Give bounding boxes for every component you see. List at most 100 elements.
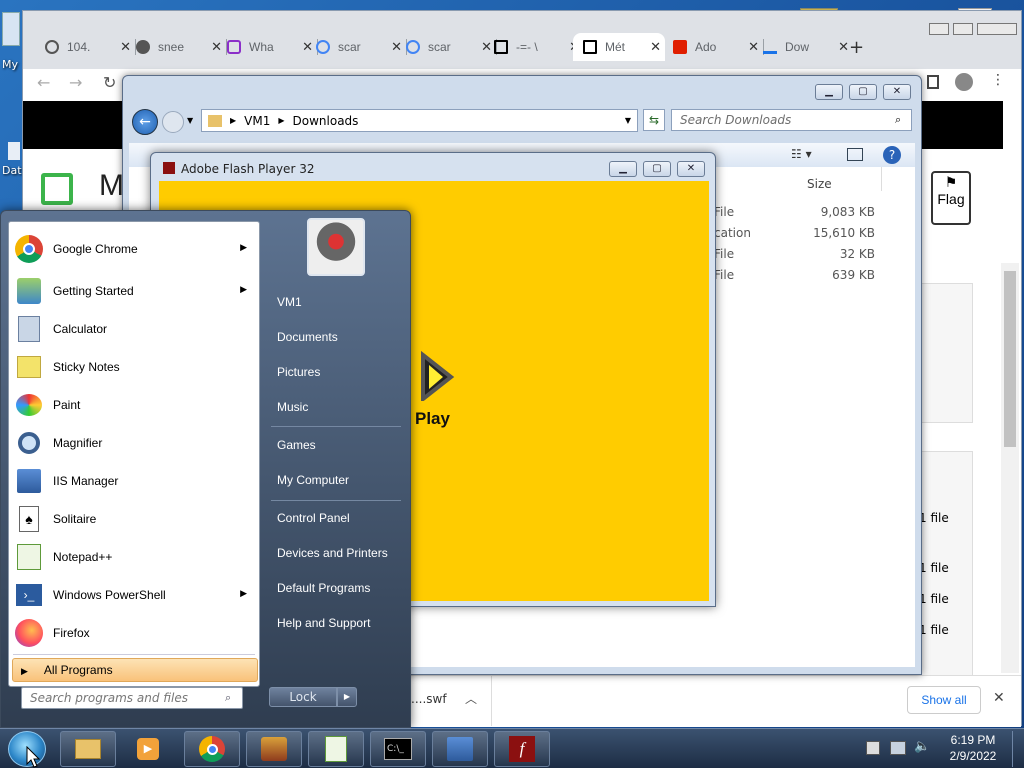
back-button[interactable]: ← bbox=[132, 109, 158, 135]
scrollbar[interactable] bbox=[1001, 263, 1019, 673]
menu-item-devices-and-printers[interactable]: Devices and Printers bbox=[277, 546, 388, 560]
close-icon[interactable]: ✕ bbox=[650, 39, 661, 55]
new-tab-button[interactable]: + bbox=[849, 37, 864, 58]
user-avatar[interactable] bbox=[307, 218, 365, 276]
program-calculator[interactable]: Calculator bbox=[9, 310, 259, 348]
back-arrow-icon[interactable]: ← bbox=[37, 73, 50, 92]
program-sticky-notes[interactable]: Sticky Notes bbox=[9, 348, 259, 386]
address-bar[interactable]: ▶ VM1 ▶ Downloads ▼ bbox=[201, 109, 638, 132]
help-icon[interactable]: ? bbox=[883, 146, 901, 164]
taskbar-game[interactable] bbox=[246, 731, 302, 767]
taskbar-media-player[interactable]: ▶ bbox=[120, 731, 176, 767]
close-icon[interactable]: ✕ bbox=[838, 39, 849, 55]
close-icon[interactable]: ✕ bbox=[748, 39, 759, 55]
taskbar-flash-player[interactable]: f bbox=[494, 731, 550, 767]
network-icon[interactable] bbox=[890, 741, 906, 755]
computer-icon[interactable] bbox=[2, 12, 20, 46]
taskbar-explorer[interactable] bbox=[60, 731, 116, 767]
program-windows-powershell[interactable]: ›_ Windows PowerShell ▶ bbox=[9, 576, 259, 614]
profile-avatar[interactable] bbox=[955, 73, 973, 91]
download-filename[interactable]: ....swf bbox=[411, 692, 447, 706]
reload-icon[interactable]: ↻ bbox=[103, 73, 116, 92]
tab-8[interactable]: Ado ✕ bbox=[673, 33, 764, 61]
play-icon[interactable] bbox=[415, 351, 455, 401]
taskbar-notepadpp[interactable] bbox=[308, 731, 364, 767]
action-center-icon[interactable] bbox=[866, 741, 880, 755]
scrollbar-thumb[interactable] bbox=[1004, 271, 1016, 447]
chevron-down-icon[interactable]: ▼ bbox=[625, 116, 631, 125]
program-google-chrome[interactable]: Google Chrome ▶ bbox=[9, 230, 259, 268]
all-programs-button[interactable]: ▶ All Programs bbox=[12, 658, 258, 682]
close-button[interactable]: ✕ bbox=[677, 161, 705, 177]
maximize-button[interactable]: ▢ bbox=[849, 84, 877, 100]
column-header-size[interactable]: Size bbox=[807, 177, 832, 191]
taskbar-iis-manager[interactable] bbox=[432, 731, 488, 767]
breadcrumb-item[interactable]: Downloads bbox=[293, 114, 359, 128]
search-icon[interactable]: ⌕ bbox=[895, 113, 901, 127]
menu-item-documents[interactable]: Documents bbox=[277, 330, 338, 344]
close-button[interactable]: ✕ bbox=[883, 84, 911, 100]
menu-item-vm1[interactable]: VM1 bbox=[277, 295, 302, 309]
close-icon[interactable]: ✕ bbox=[211, 39, 222, 55]
taskbar: ▶ C:\_ f 🔈 6:19 PM 2/9/2022 bbox=[0, 728, 1024, 768]
program-solitaire[interactable]: ♠ Solitaire bbox=[9, 500, 259, 538]
clock[interactable]: 6:19 PM 2/9/2022 bbox=[940, 733, 1006, 763]
close-icon[interactable]: ✕ bbox=[391, 39, 402, 55]
file-icon[interactable] bbox=[8, 142, 20, 160]
program-firefox[interactable]: Firefox bbox=[9, 614, 259, 652]
tab-5[interactable]: scar ✕ bbox=[406, 33, 497, 61]
refresh-icon[interactable]: ⇆ bbox=[643, 109, 665, 131]
chevron-up-icon[interactable]: ︿ bbox=[465, 690, 477, 707]
menu-item-music[interactable]: Music bbox=[277, 400, 308, 414]
volume-icon[interactable]: 🔈 bbox=[914, 739, 930, 754]
program-getting-started[interactable]: Getting Started ▶ bbox=[9, 272, 259, 310]
close-button[interactable] bbox=[977, 23, 1017, 35]
maximize-button[interactable]: ▢ bbox=[643, 161, 671, 177]
program-magnifier[interactable]: Magnifier bbox=[9, 424, 259, 462]
forward-arrow-icon[interactable]: → bbox=[69, 73, 82, 92]
search-programs-input[interactable]: Search programs and files bbox=[21, 687, 243, 709]
tab-9[interactable]: Dow ✕ bbox=[763, 33, 853, 61]
menu-item-default-programs[interactable]: Default Programs bbox=[277, 581, 370, 595]
show-all-button[interactable]: Show all bbox=[907, 686, 981, 714]
program-notepadpp[interactable]: Notepad++ bbox=[9, 538, 259, 576]
lock-button[interactable]: Lock bbox=[269, 687, 337, 707]
tab-2[interactable]: snee ✕ bbox=[136, 33, 227, 61]
search-input[interactable]: Search Downloads bbox=[671, 109, 912, 131]
menu-item-my-computer[interactable]: My Computer bbox=[277, 473, 349, 487]
tab-6[interactable]: -=- \✕ bbox=[494, 33, 585, 61]
tab-1[interactable]: 104. ✕ bbox=[45, 33, 136, 61]
menu-item-games[interactable]: Games bbox=[277, 438, 316, 452]
play-label[interactable]: Play bbox=[415, 409, 450, 429]
taskbar-chrome[interactable] bbox=[184, 731, 240, 767]
museum-icon bbox=[494, 40, 508, 54]
side-panel-icon[interactable] bbox=[927, 75, 939, 89]
maximize-button[interactable] bbox=[953, 23, 973, 35]
preview-pane-icon[interactable] bbox=[847, 148, 863, 161]
chevron-down-icon[interactable]: ▼ bbox=[187, 116, 193, 125]
divider bbox=[491, 676, 492, 726]
breadcrumb-item[interactable]: VM1 bbox=[244, 114, 270, 128]
program-paint[interactable]: Paint bbox=[9, 386, 259, 424]
tab-7-active[interactable]: Mét ✕ bbox=[573, 33, 665, 61]
menu-item-help-and-support[interactable]: Help and Support bbox=[277, 616, 370, 630]
tab-3[interactable]: Wha ✕ bbox=[227, 33, 318, 61]
show-desktop-button[interactable] bbox=[1012, 731, 1022, 767]
minimize-button[interactable]: ▁ bbox=[815, 84, 843, 100]
lock-options-arrow-icon[interactable]: ▶ bbox=[337, 687, 357, 707]
forward-button[interactable] bbox=[162, 111, 184, 133]
close-icon[interactable]: ✕ bbox=[993, 690, 1005, 706]
menu-item-control-panel[interactable]: Control Panel bbox=[277, 511, 350, 525]
minimize-button[interactable] bbox=[929, 23, 949, 35]
close-icon[interactable]: ✕ bbox=[481, 39, 492, 55]
flag-button[interactable]: ⚑ Flag bbox=[931, 171, 971, 225]
minimize-button[interactable]: ▁ bbox=[609, 161, 637, 177]
view-options-icon[interactable]: ☷ ▾ bbox=[791, 147, 812, 161]
close-icon[interactable]: ✕ bbox=[120, 39, 131, 55]
taskbar-cmd[interactable]: C:\_ bbox=[370, 731, 426, 767]
menu-item-pictures[interactable]: Pictures bbox=[277, 365, 320, 379]
close-icon[interactable]: ✕ bbox=[302, 39, 313, 55]
program-iis-manager[interactable]: IIS Manager bbox=[9, 462, 259, 500]
menu-dots-icon[interactable]: ⋮ bbox=[991, 72, 1005, 88]
tab-4[interactable]: scar ✕ bbox=[316, 33, 407, 61]
